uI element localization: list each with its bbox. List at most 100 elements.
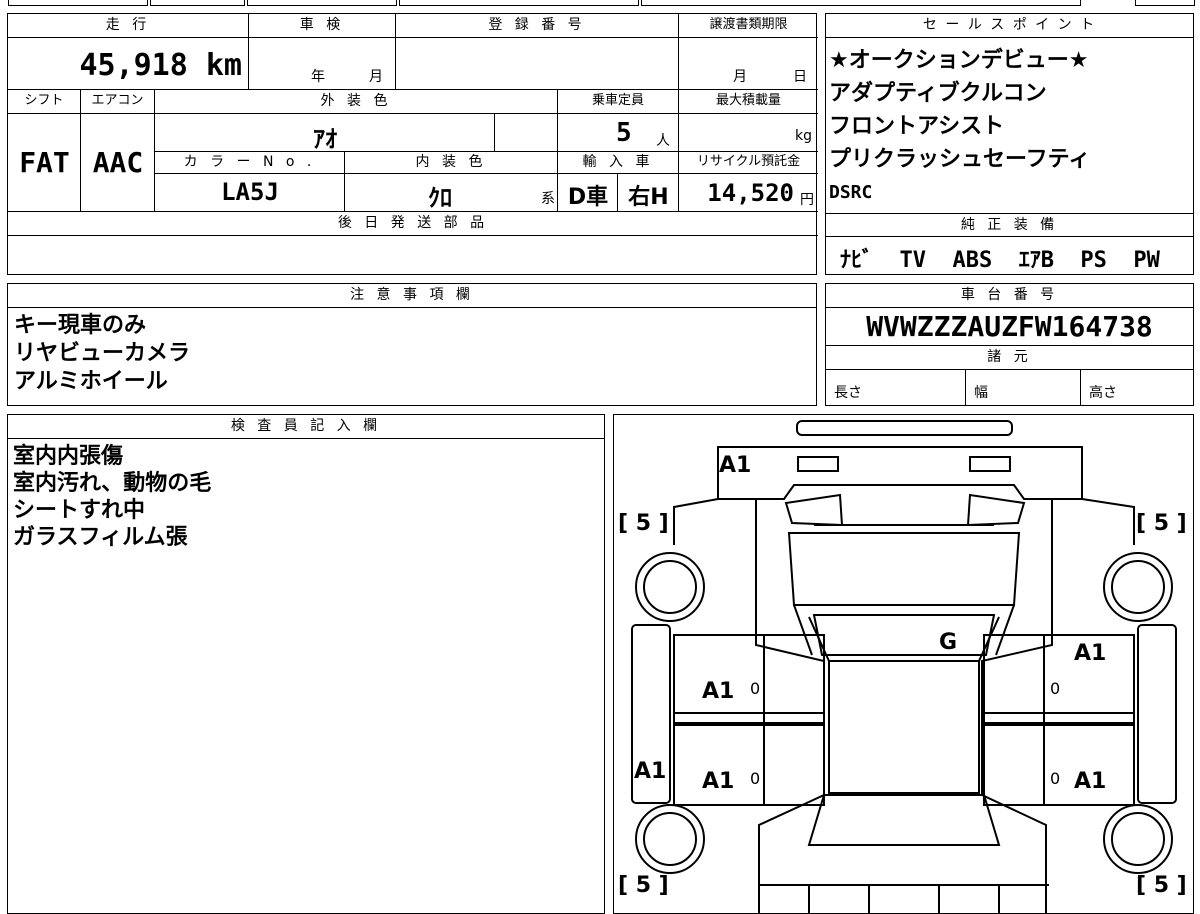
chassis-no-value: WVWZZZAUZFW164738 — [826, 308, 1193, 346]
sales-points-label: セ ー ル ス ポ イ ン ト — [826, 14, 1193, 38]
later-shipping-cell — [8, 236, 816, 274]
exterior-color-cell: ｱｵ — [155, 114, 495, 153]
mileage-value: 45,918 km — [79, 48, 242, 83]
damage-mark-a1-left-lower: A1 — [702, 769, 735, 794]
registration-cell — [396, 38, 679, 90]
chassis-box: 車 台 番 号 WVWZZZAUZFW164738 諸 元 長さ 幅 高さ — [825, 283, 1194, 406]
sales-point-item: DSRC — [829, 182, 873, 203]
zero-mark: 0 — [1050, 679, 1061, 698]
sales-points-box: セ ー ル ス ポ イ ン ト ★オークションデビュー★ アダプティブクルコン … — [825, 13, 1194, 275]
exterior-color-extra-cell — [495, 114, 558, 152]
exterior-color-value: ｱｵ — [313, 125, 337, 153]
kg-unit: kg — [795, 128, 812, 144]
car-diagram-box: A1 G A1 A1 A1 A1 A1 0 0 0 0 [ 5 ] [ 5 ] … — [613, 414, 1194, 914]
person-unit: 人 — [656, 133, 670, 149]
tire-grade-rear-left: [ 5 ] — [618, 873, 669, 898]
equipment-value: ﾅﾋﾞ TV ABS ｴｱB PS PW — [840, 248, 1160, 273]
car-outline-diagram — [631, 420, 1177, 913]
specs-label: 諸 元 — [826, 346, 1193, 370]
damage-mark-a1-right-front: A1 — [1074, 641, 1107, 666]
inspector-label: 検 査 員 記 入 欄 — [8, 415, 604, 439]
damage-mark-a1-top: A1 — [719, 453, 752, 478]
recycle-fee-label: リサイクル預託金 — [679, 152, 818, 174]
notes-label: 注 意 事 項 欄 — [8, 284, 816, 308]
import-handle-cell: 右H — [618, 174, 679, 212]
exterior-color-label: 外 装 色 — [155, 90, 558, 114]
inspection-label: 車 検 — [249, 14, 396, 38]
import-drive-cell: D車 — [558, 174, 618, 212]
recycle-fee-cell: 14,520 円 — [679, 174, 818, 212]
max-load-label: 最大積載量 — [679, 90, 818, 114]
deadline-month-unit: 月 — [733, 69, 747, 85]
sales-points-list: ★オークションデビュー★ アダプティブクルコン フロントアシスト プリクラッシュ… — [829, 46, 1191, 211]
month-unit: 月 — [369, 69, 383, 85]
zero-mark: 0 — [1050, 769, 1061, 788]
mileage-label: 走 行 — [8, 14, 249, 38]
transfer-deadline-cell: 月 日 — [679, 38, 818, 90]
color-no-label: カ ラ ー N o . — [155, 152, 345, 174]
max-load-cell: kg — [679, 114, 818, 152]
inspector-note-item: シートすれ中 — [13, 498, 146, 523]
note-item: アルミホイール — [14, 369, 168, 394]
interior-color-label: 内 装 色 — [345, 152, 558, 174]
aircon-label: エアコン — [81, 90, 155, 114]
tire-grade-rear-right: [ 5 ] — [1136, 873, 1187, 898]
color-no-cell: LA5J — [155, 174, 345, 212]
year-unit: 年 — [311, 69, 325, 85]
aircon-value: AAC — [92, 146, 144, 179]
height-cell: 高さ — [1081, 370, 1193, 405]
top-strip — [0, 0, 1200, 8]
inspection-cell: 年 月 — [249, 38, 396, 90]
damage-mark-a1-right-lower: A1 — [1074, 769, 1107, 794]
import-label: 輸 入 車 — [558, 152, 679, 174]
inspector-note-item: 室内内張傷 — [13, 444, 124, 469]
interior-color-value: ｸﾛ — [428, 184, 452, 212]
yen-unit: 円 — [800, 192, 814, 208]
zero-mark: 0 — [750, 679, 761, 698]
later-shipping-label: 後 日 発 送 部 品 — [8, 212, 818, 236]
mileage-cell: 45,918 km — [8, 38, 249, 90]
sales-point-item: フロントアシスト — [829, 114, 1005, 139]
import-drive-value: D車 — [567, 185, 609, 210]
length-label: 長さ — [834, 385, 862, 401]
shift-label: シフト — [8, 90, 81, 114]
sales-point-item: アダプティブクルコン — [829, 81, 1047, 106]
inspector-box: 検 査 員 記 入 欄 室内内張傷 室内汚れ、動物の毛 シートすれ中 ガラスフィ… — [7, 414, 605, 914]
shift-value: FAT — [19, 146, 70, 179]
equipment-label: 純 正 装 備 — [826, 213, 1193, 237]
interior-color-cell: ｸﾛ 系 — [345, 174, 558, 212]
color-no-value: LA5J — [221, 178, 279, 206]
damage-mark-a1-left-mid: A1 — [702, 679, 735, 704]
damage-mark-a1-left-side: A1 — [634, 759, 667, 784]
capacity-label: 乗車定員 — [558, 90, 679, 114]
damage-mark-g: G — [939, 630, 958, 655]
inspector-note-item: 室内汚れ、動物の毛 — [13, 471, 212, 496]
recycle-fee-value: 14,520 — [707, 179, 794, 207]
vehicle-info-grid: 走 行 車 検 登 録 番 号 譲渡書類期限 45,918 km 年 月 月 日… — [7, 13, 818, 275]
sales-point-item: ★オークションデビュー★ — [829, 48, 1089, 73]
width-label: 幅 — [974, 385, 988, 401]
notes-box: 注 意 事 項 欄 キー現車のみ リヤビューカメラ アルミホイール — [7, 283, 817, 406]
tire-grade-front-right: [ 5 ] — [1136, 511, 1187, 536]
import-handle-value: 右H — [628, 185, 669, 210]
note-item: キー現車のみ — [14, 313, 147, 338]
height-label: 高さ — [1089, 385, 1117, 401]
note-item: リヤビューカメラ — [14, 341, 191, 366]
capacity-value: 5 — [616, 118, 632, 148]
deadline-day-unit: 日 — [793, 69, 807, 85]
tire-grade-front-left: [ 5 ] — [618, 511, 669, 536]
inspector-note-item: ガラスフィルム張 — [13, 525, 188, 550]
shift-cell: FAT — [8, 114, 81, 212]
width-cell: 幅 — [966, 370, 1081, 405]
inspector-notes-list: 室内内張傷 室内汚れ、動物の毛 シートすれ中 ガラスフィルム張 — [13, 443, 593, 551]
sales-point-item: プリクラッシュセーフティ — [829, 147, 1091, 172]
notes-list: キー現車のみ リヤビューカメラ アルミホイール — [14, 312, 804, 396]
aircon-cell: AAC — [81, 114, 155, 212]
kei-unit: 系 — [541, 191, 555, 207]
transfer-deadline-label: 譲渡書類期限 — [679, 14, 818, 38]
chassis-no-label: 車 台 番 号 — [826, 284, 1193, 308]
registration-label: 登 録 番 号 — [396, 14, 679, 38]
zero-mark: 0 — [750, 769, 761, 788]
capacity-cell: 5 人 — [558, 114, 679, 152]
length-cell: 長さ — [826, 370, 966, 405]
